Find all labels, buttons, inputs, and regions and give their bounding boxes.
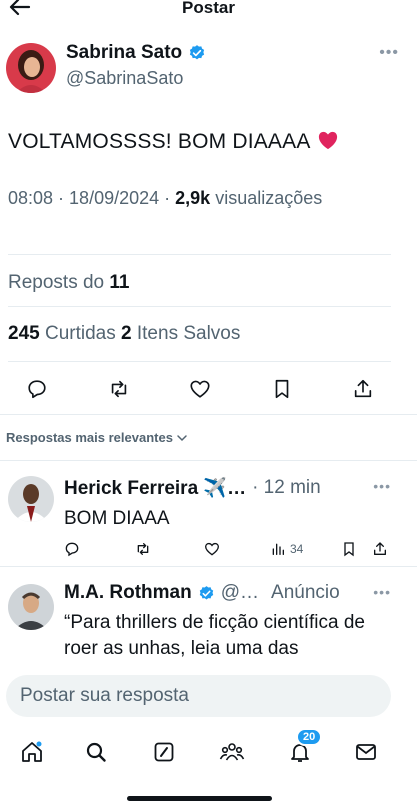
reply-composer[interactable] bbox=[6, 675, 391, 717]
reply-button[interactable] bbox=[64, 541, 80, 557]
saves-count: 2 bbox=[121, 323, 132, 344]
saves-stat[interactable]: 2 Itens Salvos bbox=[121, 323, 240, 344]
divider bbox=[0, 566, 417, 567]
tab-messages[interactable] bbox=[350, 736, 382, 768]
likes-count: 245 bbox=[8, 323, 40, 344]
bottom-tab-bar: 20 bbox=[0, 728, 417, 772]
ad-label: Anúncio bbox=[271, 582, 340, 603]
saves-label: Itens Salvos bbox=[136, 323, 241, 344]
repost-button[interactable] bbox=[106, 376, 132, 402]
views-button[interactable]: 34 bbox=[270, 541, 303, 557]
reply-avatar[interactable] bbox=[8, 584, 54, 630]
reply-avatar[interactable] bbox=[8, 476, 54, 522]
likes-saves-stat: 245 Curtidas 2 Itens Salvos bbox=[8, 323, 240, 345]
post-text: VOLTAMOSSSS! BOM DIAAAA bbox=[8, 130, 339, 156]
verified-badge-icon bbox=[199, 585, 213, 600]
divider bbox=[0, 460, 417, 461]
views-icon bbox=[272, 543, 284, 555]
communities-icon bbox=[219, 743, 245, 761]
red-heart-emoji-icon bbox=[317, 130, 339, 156]
post-meta: 08:08 · 18/09/2024 · 2,9k visualizações bbox=[8, 188, 323, 208]
post-actions bbox=[24, 374, 376, 404]
post-views-label: visualizações bbox=[215, 188, 323, 208]
bookmark-icon bbox=[275, 379, 288, 399]
post-date: 18/09/2024 bbox=[69, 188, 160, 208]
more-icon[interactable]: ••• bbox=[373, 584, 391, 600]
home-indicator bbox=[127, 796, 272, 801]
top-bar: Postar bbox=[0, 0, 417, 22]
reply-author-handle[interactable]: @… bbox=[221, 582, 259, 604]
post-text-content: VOLTAMOSSSS! BOM DIAAAA bbox=[8, 130, 311, 153]
post-views-count: 2,9k bbox=[175, 188, 211, 208]
tab-communities[interactable] bbox=[216, 736, 248, 768]
reposts-count: 11 bbox=[109, 272, 130, 293]
author-avatar[interactable] bbox=[6, 43, 56, 93]
reply-actions: 34 bbox=[64, 538, 394, 560]
chevron-down-icon bbox=[177, 434, 187, 441]
like-icon bbox=[190, 380, 210, 398]
search-icon bbox=[86, 742, 106, 762]
reply-author-name[interactable]: Herick Ferreira ✈️… bbox=[64, 476, 246, 500]
post-author: Sabrina Sato @SabrinaSato ••• bbox=[6, 40, 411, 96]
likes-stat[interactable]: 245 Curtidas bbox=[8, 323, 116, 344]
home-icon bbox=[22, 741, 42, 762]
reply-icon bbox=[65, 542, 79, 557]
divider bbox=[8, 306, 391, 307]
reply-timestamp: · 12 min bbox=[252, 477, 321, 498]
notifications-badge: 20 bbox=[296, 728, 323, 746]
author-name[interactable]: Sabrina Sato bbox=[66, 42, 182, 64]
grok-icon bbox=[154, 742, 174, 762]
repost-icon bbox=[137, 543, 149, 555]
divider bbox=[0, 414, 417, 415]
share-button[interactable] bbox=[372, 541, 388, 557]
tab-grok[interactable] bbox=[148, 736, 180, 768]
reply-views-count: 34 bbox=[290, 542, 304, 556]
bookmark-icon bbox=[344, 542, 354, 557]
replies-sort-label: Respostas mais relevantes bbox=[6, 430, 173, 445]
like-icon bbox=[204, 542, 220, 556]
verified-badge-icon bbox=[190, 45, 205, 60]
reposts-stat[interactable]: Reposts do 11 bbox=[8, 272, 130, 294]
author-handle[interactable]: @SabrinaSato bbox=[66, 68, 183, 89]
tab-notifications[interactable]: 20 bbox=[284, 728, 323, 768]
bookmark-button[interactable] bbox=[342, 541, 356, 557]
reply-author-name[interactable]: M.A. Rothman bbox=[64, 582, 192, 604]
reply-icon bbox=[28, 380, 46, 399]
reposts-label: Reposts do bbox=[8, 272, 105, 293]
likes-label: Curtidas bbox=[44, 323, 116, 344]
divider bbox=[8, 254, 391, 255]
reply-input[interactable] bbox=[6, 675, 391, 717]
replies-sort-dropdown[interactable]: Respostas mais relevantes bbox=[6, 430, 188, 445]
reply-text: “Para thrillers de ficção científica de … bbox=[64, 612, 365, 659]
more-icon[interactable]: ••• bbox=[373, 478, 391, 494]
share-icon bbox=[354, 379, 372, 398]
reply-text: BOM DIAAA bbox=[64, 508, 170, 529]
page-title: Postar bbox=[182, 0, 235, 17]
repost-icon bbox=[111, 380, 126, 398]
messages-icon bbox=[356, 744, 376, 760]
reply-button[interactable] bbox=[24, 376, 50, 402]
bookmark-button[interactable] bbox=[269, 376, 295, 402]
divider bbox=[8, 361, 391, 362]
like-button[interactable] bbox=[204, 541, 220, 557]
share-icon bbox=[374, 542, 386, 555]
tab-home[interactable] bbox=[16, 736, 48, 768]
like-button[interactable] bbox=[187, 376, 213, 402]
repost-button[interactable] bbox=[134, 541, 152, 557]
post-time: 08:08 bbox=[8, 188, 54, 208]
tab-search[interactable] bbox=[80, 736, 112, 768]
share-button[interactable] bbox=[350, 376, 376, 402]
more-icon[interactable]: ••• bbox=[379, 44, 399, 62]
